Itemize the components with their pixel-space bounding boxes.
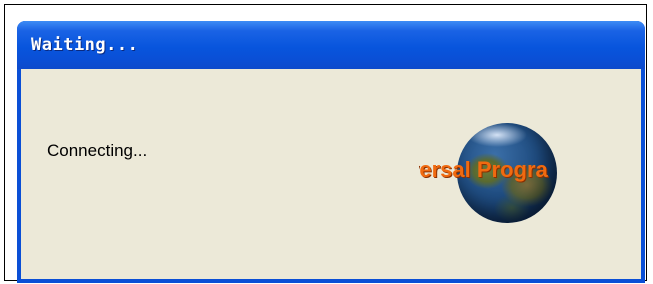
waiting-dialog: Waiting... Connecting... iversal Progra [17, 21, 645, 283]
screenshot-frame: Waiting... Connecting... iversal Progra [4, 4, 647, 283]
logo-text: iversal Progra [419, 157, 548, 182]
globe-logo-icon: iversal Progra [419, 123, 593, 225]
title-bar[interactable]: Waiting... [17, 21, 645, 69]
dialog-body: Connecting... iversal Progra [21, 69, 641, 279]
status-message: Connecting... [47, 141, 148, 160]
window-title: Waiting... [31, 35, 139, 55]
